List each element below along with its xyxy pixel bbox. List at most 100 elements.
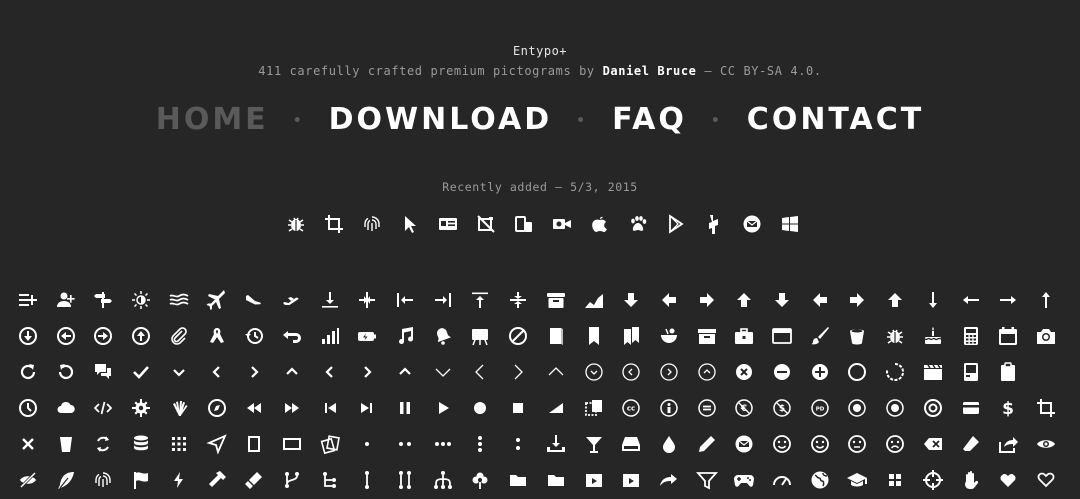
chevron-circle-right-icon[interactable] xyxy=(659,362,679,382)
controller-volume-icon[interactable] xyxy=(546,398,566,418)
arrow-bold-up-icon[interactable] xyxy=(734,290,754,310)
document-landscape-icon[interactable] xyxy=(282,434,302,454)
game-controller-icon[interactable] xyxy=(734,470,755,490)
erase-icon[interactable] xyxy=(923,434,943,454)
author-link[interactable]: Daniel Bruce xyxy=(603,64,697,78)
block-icon[interactable] xyxy=(508,326,528,346)
emoji-neutral-icon[interactable] xyxy=(810,434,830,454)
aircraft-landing-icon[interactable] xyxy=(244,290,264,310)
arrow-bold-left-icon[interactable] xyxy=(659,290,679,310)
drop-icon[interactable] xyxy=(659,434,679,454)
flow-cascade-icon[interactable] xyxy=(320,470,340,490)
copy-icon[interactable] xyxy=(584,398,604,418)
align-bottom-icon[interactable] xyxy=(320,290,340,310)
credit-card-icon[interactable] xyxy=(961,398,981,418)
paw-icon[interactable] xyxy=(628,214,648,234)
chevron-circle-down-icon[interactable] xyxy=(584,362,604,382)
blackboard-icon[interactable] xyxy=(470,326,490,346)
box-icon[interactable] xyxy=(697,326,717,346)
battery-icon[interactable] xyxy=(357,326,377,346)
edit-icon[interactable] xyxy=(697,434,717,454)
circular-graph-icon[interactable] xyxy=(885,362,905,382)
cc-public-domain-icon[interactable]: PD xyxy=(810,398,830,418)
align-right-icon[interactable] xyxy=(433,290,453,310)
arrow-with-circle-right-icon[interactable] xyxy=(93,326,113,346)
dial-pad-icon[interactable] xyxy=(169,434,189,454)
drive-icon[interactable] xyxy=(621,434,641,454)
hand-icon[interactable] xyxy=(961,470,981,490)
download-icon[interactable] xyxy=(546,434,566,454)
dots-two-horizontal-icon[interactable] xyxy=(395,434,415,454)
flow-tree-icon[interactable] xyxy=(433,470,453,490)
chat-icon[interactable] xyxy=(93,362,113,382)
google-play-icon[interactable] xyxy=(666,214,686,234)
controller-fast-forward-icon[interactable] xyxy=(282,398,302,418)
chevron-small-left-icon[interactable] xyxy=(320,362,340,382)
briefcase-icon[interactable] xyxy=(734,326,754,346)
grid-icon[interactable] xyxy=(885,470,905,490)
dots-three-vertical-icon[interactable] xyxy=(470,434,490,454)
beamed-note-icon[interactable] xyxy=(395,326,415,346)
clock-icon[interactable] xyxy=(18,398,38,418)
chevron-small-up-icon[interactable] xyxy=(395,362,415,382)
bucket-icon[interactable] xyxy=(847,326,867,346)
cup-icon[interactable] xyxy=(56,434,76,454)
align-left-icon[interactable] xyxy=(395,290,415,310)
chevron-circle-up-icon[interactable] xyxy=(697,362,717,382)
fingerprint-icon[interactable] xyxy=(93,470,113,490)
ccw-icon[interactable] xyxy=(18,362,38,382)
dot-single-icon[interactable] xyxy=(357,434,377,454)
book-icon[interactable] xyxy=(546,326,566,346)
bug-icon[interactable] xyxy=(286,214,306,234)
emoji-sad-icon[interactable] xyxy=(885,434,905,454)
windows-icon[interactable] xyxy=(780,214,800,234)
colours-icon[interactable] xyxy=(169,398,189,418)
cog-icon[interactable] xyxy=(131,398,151,418)
align-top-icon[interactable] xyxy=(470,290,490,310)
folder-images-icon[interactable] xyxy=(546,470,566,490)
air-icon[interactable] xyxy=(169,290,189,310)
arrow-bold-right-icon[interactable] xyxy=(697,290,717,310)
clapperboard-icon[interactable] xyxy=(923,362,943,382)
bookmark-icon[interactable] xyxy=(584,326,604,346)
arrow-with-circle-left-icon[interactable] xyxy=(56,326,76,346)
arrow-with-circle-up-icon[interactable] xyxy=(131,326,151,346)
arrow-right-icon[interactable] xyxy=(847,290,867,310)
arrow-long-down-icon[interactable] xyxy=(923,290,943,310)
controller-jump-to-start-icon[interactable] xyxy=(320,398,340,418)
arrow-left-icon[interactable] xyxy=(810,290,830,310)
drink-icon[interactable] xyxy=(584,434,604,454)
feather-icon[interactable] xyxy=(56,470,76,490)
email-icon[interactable] xyxy=(742,214,762,234)
globe-icon[interactable] xyxy=(810,470,830,490)
graduation-cap-icon[interactable] xyxy=(847,470,868,490)
emoji-happy-icon[interactable] xyxy=(772,434,792,454)
chevron-thin-right-icon[interactable] xyxy=(508,362,528,382)
chevron-down-icon[interactable] xyxy=(169,362,189,382)
heart-outlined-icon[interactable] xyxy=(1036,470,1056,490)
funnel-icon[interactable] xyxy=(695,470,718,490)
cw-icon[interactable] xyxy=(56,362,76,382)
creative-commons-icon[interactable]: cc xyxy=(621,398,641,418)
bowl-icon[interactable] xyxy=(659,326,679,346)
cc-attribution-icon[interactable] xyxy=(659,398,679,418)
flash-icon[interactable] xyxy=(169,470,189,490)
credit-icon[interactable]: $ xyxy=(998,398,1018,419)
circle-icon[interactable] xyxy=(847,362,867,382)
arrow-long-left-icon[interactable] xyxy=(961,290,981,310)
add-user-icon[interactable] xyxy=(56,290,76,310)
compass-icon[interactable] xyxy=(207,398,227,418)
bookmarks-icon[interactable] xyxy=(621,326,641,346)
flag-icon[interactable] xyxy=(131,470,151,490)
arrow-with-circle-down-icon[interactable] xyxy=(18,326,38,346)
id-card-icon[interactable] xyxy=(438,214,458,234)
cc-noncommercial-us-icon[interactable]: $ xyxy=(772,398,792,418)
flower-icon[interactable] xyxy=(470,470,490,490)
flow-line-icon[interactable] xyxy=(357,470,377,490)
brush-icon[interactable] xyxy=(810,326,830,346)
document-icon[interactable] xyxy=(244,434,264,454)
database-icon[interactable] xyxy=(131,434,151,454)
cc-share-icon[interactable] xyxy=(885,398,905,418)
eraser-icon[interactable] xyxy=(961,434,981,454)
crop-icon[interactable] xyxy=(324,214,344,234)
